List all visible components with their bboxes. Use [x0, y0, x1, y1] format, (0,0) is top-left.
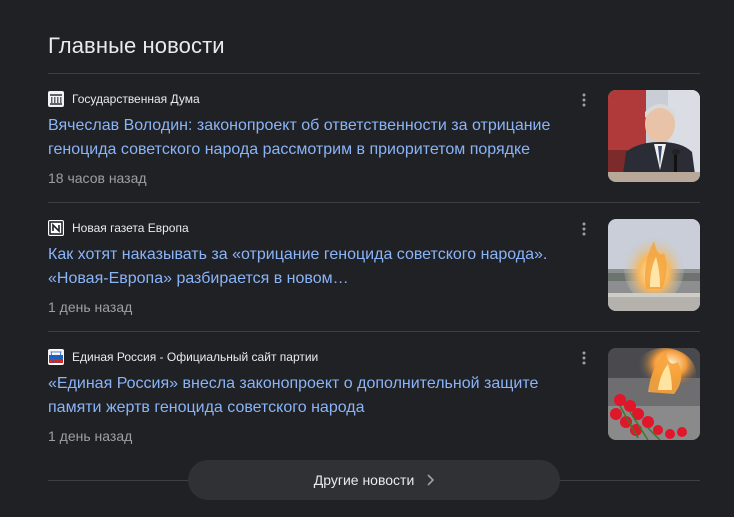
more-news-label: Другие новости — [313, 472, 415, 488]
article-headline-link[interactable]: «Единая Россия» внесла законопроект о до… — [48, 372, 568, 420]
edinaya-rossiya-favicon-icon — [48, 349, 64, 365]
article-headline-link[interactable]: Вячеслав Володин: законопроект об ответс… — [48, 114, 568, 162]
article-source: Новая газета Европа — [48, 219, 189, 237]
flame-with-red-carnations-photo[interactable] — [608, 348, 700, 440]
more-news-button[interactable]: Другие новости — [188, 460, 560, 500]
source-name: Единая Россия - Официальный сайт партии — [72, 350, 319, 364]
source-name: Новая газета Европа — [72, 221, 189, 235]
divider — [48, 73, 700, 74]
more-options-icon[interactable] — [574, 219, 594, 239]
article-timestamp: 1 день назад — [48, 428, 133, 444]
more-options-icon[interactable] — [574, 348, 594, 368]
news-article-2[interactable]: Новая газета Европа Как хотят наказывать… — [48, 219, 700, 348]
chevron-right-icon — [426, 474, 435, 486]
article-source: Единая Россия - Официальный сайт партии — [48, 348, 318, 366]
section-title: Главные новости — [48, 33, 225, 58]
news-article-3[interactable]: Единая Россия - Официальный сайт партии … — [48, 348, 700, 477]
speaker-at-microphone-photo[interactable] — [608, 90, 700, 182]
article-timestamp: 18 часов назад — [48, 170, 147, 186]
news-article-1[interactable]: Государственная Дума Вячеслав Володин: з… — [48, 90, 700, 219]
divider — [48, 202, 700, 203]
top-stories-panel: Главные новости Государственная Дума Вяч… — [0, 0, 734, 517]
article-source: Государственная Дума — [48, 90, 200, 108]
source-name: Государственная Дума — [72, 92, 200, 106]
novaya-gazeta-favicon-icon — [48, 220, 64, 236]
divider — [48, 331, 700, 332]
more-options-icon[interactable] — [574, 90, 594, 110]
article-headline-link[interactable]: Как хотят наказывать за «отрицание геноц… — [48, 243, 568, 291]
eternal-flame-photo[interactable] — [608, 219, 700, 311]
article-timestamp: 1 день назад — [48, 299, 133, 315]
duma-favicon-icon — [48, 91, 64, 107]
